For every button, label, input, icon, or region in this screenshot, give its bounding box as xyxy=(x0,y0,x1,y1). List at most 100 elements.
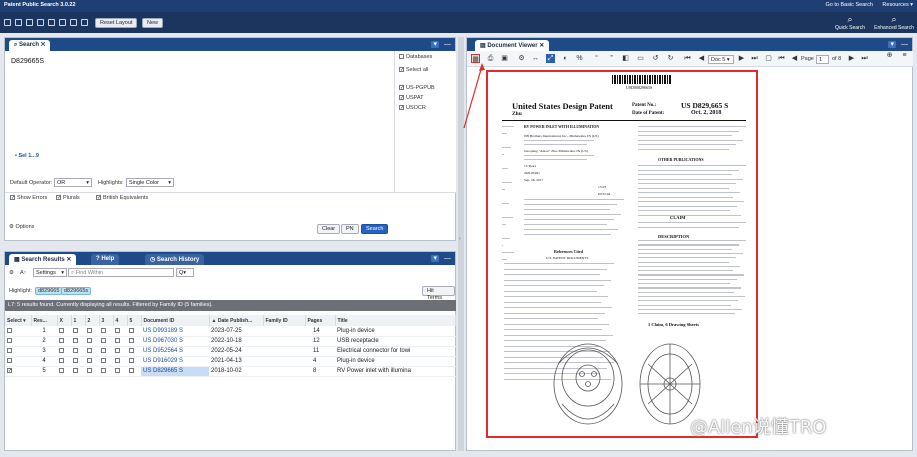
doc-select[interactable]: Doc 5 ▾ xyxy=(708,55,734,64)
text-view-icon[interactable]: ▭ xyxy=(636,54,645,63)
row-4-checkbox[interactable] xyxy=(115,337,120,343)
db-us-pgpub[interactable]: US-PGPUB xyxy=(399,85,435,91)
panel-menu-icon[interactable]: ▾ xyxy=(431,41,439,48)
highlight-chip-1[interactable]: d829665 xyxy=(35,287,63,295)
enhanced-search-button[interactable]: ⌕ Enhanced Search xyxy=(872,13,916,33)
row-document-id-link[interactable]: US D993189 S xyxy=(141,326,209,337)
row-2-checkbox[interactable] xyxy=(87,367,92,373)
tab-search-results[interactable]: ▦ Search Results ✕ xyxy=(9,254,77,265)
options-toggle[interactable]: ⚙ Options xyxy=(9,224,34,230)
row-document-id-link[interactable]: US D952564 S xyxy=(141,346,209,357)
search-query-input[interactable]: D829665S xyxy=(11,58,44,65)
panel-menu-icon[interactable]: ▾ xyxy=(888,41,896,48)
panel-minimize-icon[interactable]: — xyxy=(444,41,451,48)
resources-menu[interactable]: Resources ▾ xyxy=(882,2,913,8)
table-row[interactable]: 4 US D916029 S 2021-04-13 4 Plug-in device xyxy=(5,356,456,367)
find-within-input[interactable]: ⌕ Find Within xyxy=(68,268,174,277)
quote-left-icon[interactable]: “ xyxy=(592,54,601,63)
col-document-id[interactable]: Document ID xyxy=(141,315,210,326)
row-select-checkbox[interactable] xyxy=(7,367,12,373)
quote-right-icon[interactable]: ” xyxy=(607,54,616,63)
col-2[interactable]: 2 xyxy=(85,315,100,326)
row-5-checkbox[interactable] xyxy=(129,347,134,353)
row-document-id-link[interactable]: US D829665 S xyxy=(141,366,209,377)
table-row[interactable]: 2 US D967030 S 2022-10-18 12 USB receptacle xyxy=(5,336,456,347)
row-2-checkbox[interactable] xyxy=(87,357,92,363)
col-3[interactable]: 3 xyxy=(99,315,114,326)
rotate-right-icon[interactable]: ↻ xyxy=(666,54,675,63)
first-page-icon[interactable]: ⏮ xyxy=(777,54,786,63)
table-row[interactable]: 1 US D993189 S 2023-07-25 14 Plug-in device xyxy=(5,326,456,337)
col-title[interactable]: Title xyxy=(335,315,456,326)
highlight-chip-2[interactable]: d829665s xyxy=(61,287,92,295)
tab-search[interactable]: ⌕ Search ✕ xyxy=(9,40,51,51)
reset-layout-button[interactable]: Reset Layout xyxy=(95,18,138,28)
row-3-checkbox[interactable] xyxy=(101,347,106,353)
layout-4-icon[interactable] xyxy=(37,19,44,26)
default-operator-select[interactable]: OR ▾ xyxy=(54,178,92,187)
first-doc-icon[interactable]: ⏮ xyxy=(683,54,692,63)
layout-3-icon[interactable] xyxy=(26,19,33,26)
rotate-left-icon[interactable]: ↺ xyxy=(651,54,660,63)
col-result[interactable]: Res... xyxy=(31,315,58,326)
row-4-checkbox[interactable] xyxy=(115,357,120,363)
british-equivalents-checkbox[interactable]: British Equivalents xyxy=(96,195,148,201)
row-2-checkbox[interactable] xyxy=(87,337,92,343)
row-5-checkbox[interactable] xyxy=(129,367,134,373)
layout-6-icon[interactable] xyxy=(59,19,66,26)
search-button[interactable]: Search xyxy=(361,224,389,234)
row-5-checkbox[interactable] xyxy=(129,337,134,343)
row-1-checkbox[interactable] xyxy=(73,337,78,343)
close-icon[interactable]: ✕ xyxy=(538,43,544,49)
databases-checkbox[interactable] xyxy=(399,54,404,60)
settings-select[interactable]: Settings ▾ xyxy=(33,268,67,277)
row-select-checkbox[interactable] xyxy=(7,357,12,363)
prev-doc-icon[interactable]: ◀ xyxy=(697,54,706,63)
col-date-published[interactable]: ▲ Date Publish... xyxy=(209,315,264,326)
viewer-menu-icon[interactable]: ≡ xyxy=(900,51,909,60)
next-doc-icon[interactable]: ▶ xyxy=(737,54,746,63)
row-x-checkbox[interactable] xyxy=(59,337,64,343)
close-icon[interactable]: ✕ xyxy=(65,257,71,263)
row-4-checkbox[interactable] xyxy=(115,347,120,353)
layout-5-icon[interactable] xyxy=(48,19,55,26)
row-select-checkbox[interactable] xyxy=(7,337,12,343)
row-select-checkbox[interactable] xyxy=(7,347,12,353)
row-3-checkbox[interactable] xyxy=(101,337,106,343)
find-options-select[interactable]: Q▾ xyxy=(176,268,194,277)
row-1-checkbox[interactable] xyxy=(73,327,78,333)
row-4-checkbox[interactable] xyxy=(115,327,120,333)
clear-button[interactable]: Clear xyxy=(317,224,341,234)
prev-page-icon[interactable]: ◀ xyxy=(790,54,799,63)
row-4-checkbox[interactable] xyxy=(115,367,120,373)
db-uspat[interactable]: USPAT xyxy=(399,95,424,101)
row-x-checkbox[interactable] xyxy=(59,347,64,353)
tab-document-viewer[interactable]: ▤ Document Viewer ✕ xyxy=(475,40,550,51)
table-row[interactable]: 3 US D952564 S 2022-05-24 11 Electrical conn… xyxy=(5,346,456,357)
zoom-icon[interactable]: ⊕ xyxy=(885,51,894,60)
contrast-icon[interactable]: ◐ xyxy=(561,54,570,63)
layout-2-icon[interactable] xyxy=(15,19,22,26)
select-all-checkbox[interactable]: Select all xyxy=(399,67,428,73)
tab-help[interactable]: ? Help xyxy=(91,254,120,265)
row-2-checkbox[interactable] xyxy=(87,347,92,353)
row-x-checkbox[interactable] xyxy=(59,327,64,333)
tab-search-history[interactable]: ◷ Search History xyxy=(145,254,205,265)
col-pages[interactable]: Pages xyxy=(305,315,336,326)
results-gear-icon[interactable]: ⚙ xyxy=(9,270,14,276)
new-button[interactable]: New xyxy=(142,18,164,28)
last-doc-icon[interactable]: ⏭ xyxy=(750,54,759,63)
col-family-id[interactable]: Family ID xyxy=(263,315,306,326)
panel-minimize-icon[interactable]: — xyxy=(901,41,908,48)
close-icon[interactable]: ✕ xyxy=(41,42,46,48)
layout-8-icon[interactable] xyxy=(81,19,88,26)
row-1-checkbox[interactable] xyxy=(73,347,78,353)
panel-menu-icon[interactable]: ▾ xyxy=(431,255,439,262)
sel-link[interactable]: • Sel 1...9 xyxy=(15,153,39,159)
plurals-checkbox[interactable]: Plurals xyxy=(56,195,80,201)
row-document-id-link[interactable]: US D916029 S xyxy=(141,356,209,367)
goto-basic-search-link[interactable]: Go to Basic Search xyxy=(826,2,873,8)
col-select[interactable]: Select ▾ xyxy=(5,315,32,326)
col-x[interactable]: X xyxy=(57,315,72,326)
row-1-checkbox[interactable] xyxy=(73,367,78,373)
